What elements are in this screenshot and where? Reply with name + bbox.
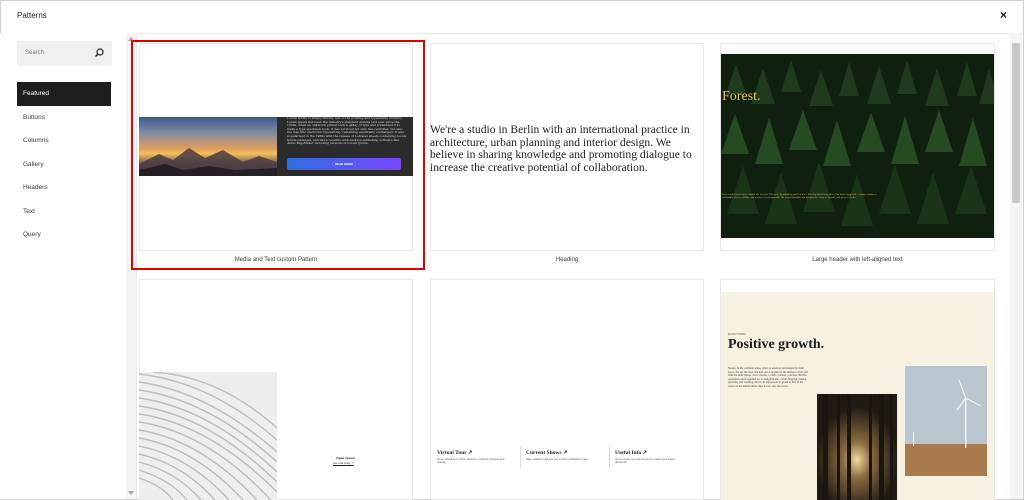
category-nav: Featured Buttons Columns Gallery Headers… <box>17 82 111 247</box>
modal-header: Patterns × <box>1 1 1023 34</box>
forest-title: Forest. <box>722 89 761 104</box>
growth-title: Positive growth. <box>728 337 825 352</box>
category-gallery[interactable]: Gallery <box>17 153 111 177</box>
search-placeholder: Search <box>25 50 45 56</box>
forest-sunlight-image <box>817 394 897 500</box>
column-text-useful-info: Get to know our opening times, ticket pr… <box>615 457 675 465</box>
search-icon[interactable] <box>93 47 105 59</box>
scroll-down-icon[interactable] <box>128 491 134 495</box>
column-title-useful-info: Useful Info ↗ <box>615 450 648 456</box>
category-query[interactable]: Query <box>17 223 111 247</box>
case-study-link: See case study ↗ <box>333 461 354 465</box>
forest-image <box>721 54 994 238</box>
pattern-label-heading: Heading <box>555 257 579 263</box>
heading-pattern-text: We're a studio in Berlin with an interna… <box>430 123 692 174</box>
wind-turbines-image <box>905 366 987 476</box>
column-text-virtual-tour: Get a virtual tour of the museum. Ideal … <box>437 457 505 465</box>
category-columns[interactable]: Columns <box>17 129 111 153</box>
category-featured[interactable]: Featured <box>17 82 111 106</box>
media-text-body: Lorem Ipsum is simply dummy text of the … <box>287 116 407 146</box>
forest-body: Even a child knows how valuable the fore… <box>722 193 877 199</box>
read-more-button: READ MORE <box>287 158 401 170</box>
modal-title: Patterns <box>17 11 47 20</box>
left-scrollbar[interactable] <box>126 33 137 499</box>
pattern-card-three-columns[interactable] <box>430 279 704 500</box>
column-title-current-shows: Current Shows ↗ <box>526 450 568 456</box>
category-text[interactable]: Text <box>17 200 111 224</box>
column-title-virtual-tour: Virtual Tour ↗ <box>437 450 473 456</box>
close-icon[interactable]: × <box>1000 8 1007 22</box>
architecture-image <box>139 372 277 500</box>
pattern-label-large-header: Large header with left-aligned text <box>812 257 903 263</box>
search-input[interactable]: Search <box>17 41 112 66</box>
open-spaces-title: Open Spaces <box>336 456 356 460</box>
column-divider <box>609 446 610 468</box>
growth-eyebrow: ECOSYSTEM <box>728 332 746 336</box>
column-divider <box>520 446 521 468</box>
category-headers[interactable]: Headers <box>17 176 111 200</box>
pattern-label-media-text: Media and Text custom Pattern <box>234 257 318 263</box>
column-text-current-shows: Stay updated and see our current exhibit… <box>526 457 589 461</box>
scroll-up-icon[interactable] <box>128 37 134 41</box>
mountain-silhouette <box>139 148 277 176</box>
growth-body: Nature, in the common sense, refers to e… <box>728 367 808 388</box>
scroll-thumb[interactable] <box>1012 43 1020 203</box>
right-scrollbar[interactable] <box>1010 33 1022 499</box>
category-buttons[interactable]: Buttons <box>17 106 111 130</box>
